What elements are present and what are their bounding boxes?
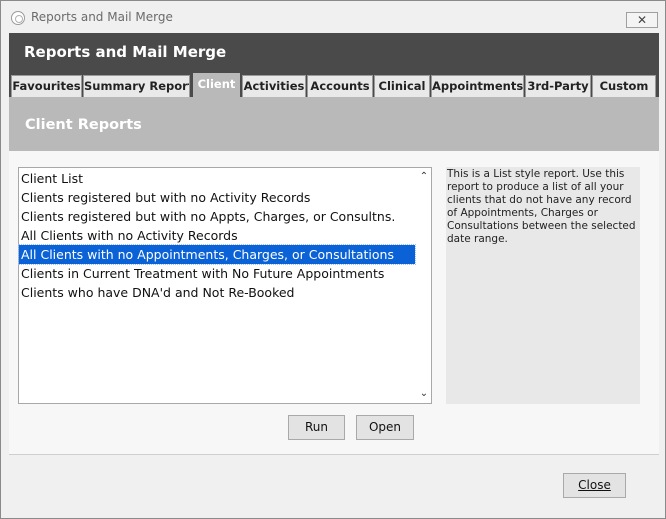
header-title: Reports and Mail Merge bbox=[24, 43, 227, 61]
section-title: Client Reports bbox=[25, 117, 142, 133]
app-icon bbox=[11, 11, 25, 25]
tab-client[interactable]: Client bbox=[193, 73, 240, 97]
tab-strip: Favourites Summary Reports Client Activi… bbox=[9, 73, 659, 97]
tab-custom[interactable]: Custom bbox=[592, 75, 656, 97]
scroll-down-icon[interactable]: ⌄ bbox=[417, 387, 431, 401]
reports-window: Reports and Mail Merge ✕ Reports and Mai… bbox=[0, 0, 666, 519]
report-item-no-activity-registered[interactable]: Clients registered but with no Activity … bbox=[19, 188, 415, 207]
section-header: Client Reports bbox=[9, 97, 659, 151]
close-button[interactable]: Close bbox=[563, 473, 626, 498]
tab-favourites[interactable]: Favourites bbox=[11, 75, 82, 97]
scroll-up-icon[interactable]: ⌃ bbox=[417, 170, 431, 184]
tab-accounts[interactable]: Accounts bbox=[307, 75, 373, 97]
report-list[interactable]: Client List Clients registered but with … bbox=[18, 167, 432, 404]
tab-appointments[interactable]: Appointments bbox=[431, 75, 524, 97]
report-item-no-appts-registered[interactable]: Clients registered but with no Appts, Ch… bbox=[19, 207, 415, 226]
tab-summary-reports[interactable]: Summary Reports bbox=[83, 75, 190, 97]
report-item-all-no-activity[interactable]: All Clients with no Activity Records bbox=[19, 226, 415, 245]
run-button[interactable]: Run bbox=[288, 415, 345, 440]
tab-activities[interactable]: Activities bbox=[242, 75, 306, 97]
header-bar: Reports and Mail Merge bbox=[9, 33, 659, 73]
window-close-button[interactable]: ✕ bbox=[626, 12, 658, 28]
report-item-client-list[interactable]: Client List bbox=[19, 169, 415, 188]
tab-clinical[interactable]: Clinical bbox=[374, 75, 430, 97]
title-bar: Reports and Mail Merge ✕ bbox=[1, 1, 665, 31]
report-item-all-no-appointments[interactable]: All Clients with no Appointments, Charge… bbox=[18, 244, 416, 265]
window-title: Reports and Mail Merge bbox=[31, 10, 173, 24]
report-item-dna-not-rebooked[interactable]: Clients who have DNA'd and Not Re-Booked bbox=[19, 283, 415, 302]
open-button[interactable]: Open bbox=[356, 415, 414, 440]
tab-3rd-party[interactable]: 3rd-Party bbox=[525, 75, 591, 97]
report-description: This is a List style report. Use this re… bbox=[446, 167, 640, 404]
report-item-current-treatment[interactable]: Clients in Current Treatment with No Fut… bbox=[19, 264, 415, 283]
